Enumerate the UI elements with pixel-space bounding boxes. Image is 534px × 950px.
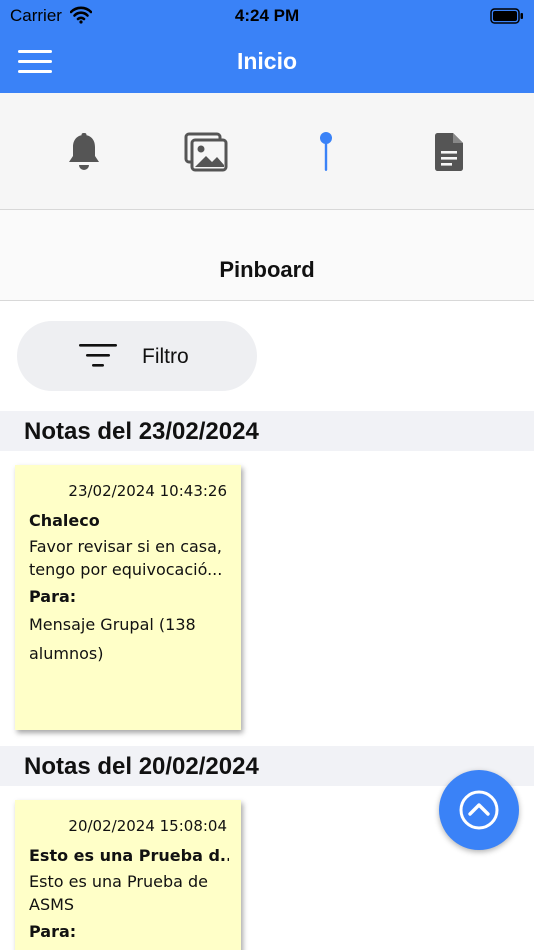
note-timestamp: 23/02/2024 10:43:26 [68,482,227,500]
note-body: Favor revisar si en casa, tengo por equi… [29,537,223,579]
note-recipient: Mensaje Grupal (138 alumnos) [29,615,196,663]
top-bar: Carrier 4:24 PM Inicio [0,0,534,93]
note-subject: Esto es una Prueba d... [29,846,229,865]
scroll-to-top-button[interactable] [439,770,519,850]
clock: 4:24 PM [234,6,300,25]
section-title: Pinboard [219,257,315,282]
note-subject: Chaleco [29,511,100,530]
sticky-note[interactable]: 20/02/2024 15:08:04 Esto es una Prueba d… [15,800,241,950]
date-group-label: Notas del 20/02/2024 [24,753,259,780]
note-timestamp: 20/02/2024 15:08:04 [68,817,227,835]
sticky-note[interactable]: 23/02/2024 10:43:26 Chaleco Favor revisa… [15,465,241,730]
filter-icon [79,343,119,369]
battery-icon [490,8,524,24]
note-recipient-label: Para: [29,587,77,606]
pin-icon[interactable] [302,130,350,174]
chevron-up-circle-icon [459,790,499,830]
category-tabs [0,93,534,210]
hamburger-menu-icon[interactable] [18,50,52,76]
bell-icon[interactable] [60,130,108,174]
section-header: Pinboard [0,210,534,301]
date-group-label: Notas del 23/02/2024 [24,418,259,445]
document-icon[interactable] [425,130,473,174]
navigation-bar: Inicio [0,34,534,93]
filter-label: Filtro [142,345,189,368]
status-bar: Carrier 4:24 PM [0,0,534,34]
note-recipient-label: Para: [29,922,77,941]
gallery-icon[interactable] [182,130,230,174]
note-body: Esto es una Prueba de ASMS [29,872,209,914]
filter-button[interactable]: Filtro [17,321,257,391]
date-group-header: Notas del 23/02/2024 [0,411,534,451]
page-title: Inicio [236,48,298,74]
